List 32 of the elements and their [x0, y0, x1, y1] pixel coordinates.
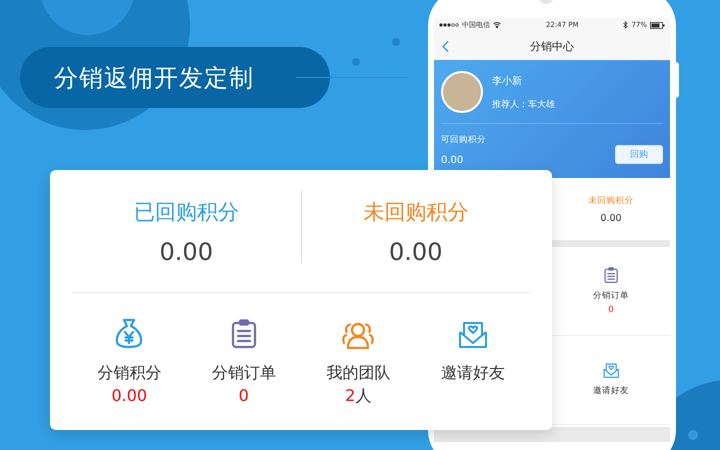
points-value: 0.00: [600, 212, 622, 224]
menu-value: 2人: [345, 386, 372, 407]
battery-icon: [650, 22, 665, 28]
banner-title: 分销返佣开发定制: [54, 62, 254, 94]
background-dot: [392, 38, 400, 46]
menu-value: 0.00: [111, 386, 148, 405]
clipboard-icon: [604, 266, 618, 284]
menu-value: 0: [608, 305, 614, 316]
balance-label: 可回购积分: [441, 134, 486, 146]
menu-label[interactable]: 邀请好友: [440, 363, 505, 384]
avatar-photo: [441, 71, 483, 113]
menu-label[interactable]: 分销订单: [212, 363, 276, 384]
user-name: 李小新: [492, 74, 523, 88]
referrer-text: 推荐人：车大雄: [492, 98, 555, 110]
stat-value: 0.00: [389, 238, 442, 266]
points-label: 未回购积分: [588, 194, 634, 206]
menu-label[interactable]: 邀请好友: [593, 385, 629, 398]
background-dot: [352, 58, 360, 66]
envelope-heart-icon: [602, 362, 620, 378]
balance-value: 0.00: [441, 155, 464, 166]
menu-value: 0: [238, 386, 249, 405]
stat-label: 已回购积分: [134, 199, 239, 226]
menu-label[interactable]: 分销订单: [593, 290, 629, 302]
wifi-icon: [493, 22, 501, 28]
nav-title: 分销中心: [530, 38, 574, 54]
signal-icon: [439, 23, 459, 27]
stat-label: 未回购积分: [363, 199, 468, 226]
menu-label[interactable]: 我的团队: [326, 363, 390, 384]
back-icon[interactable]: [442, 41, 449, 52]
menu-label[interactable]: 分销积分: [97, 363, 162, 384]
bluetooth-icon: [623, 21, 628, 29]
stat-value: 0.00: [160, 238, 213, 266]
